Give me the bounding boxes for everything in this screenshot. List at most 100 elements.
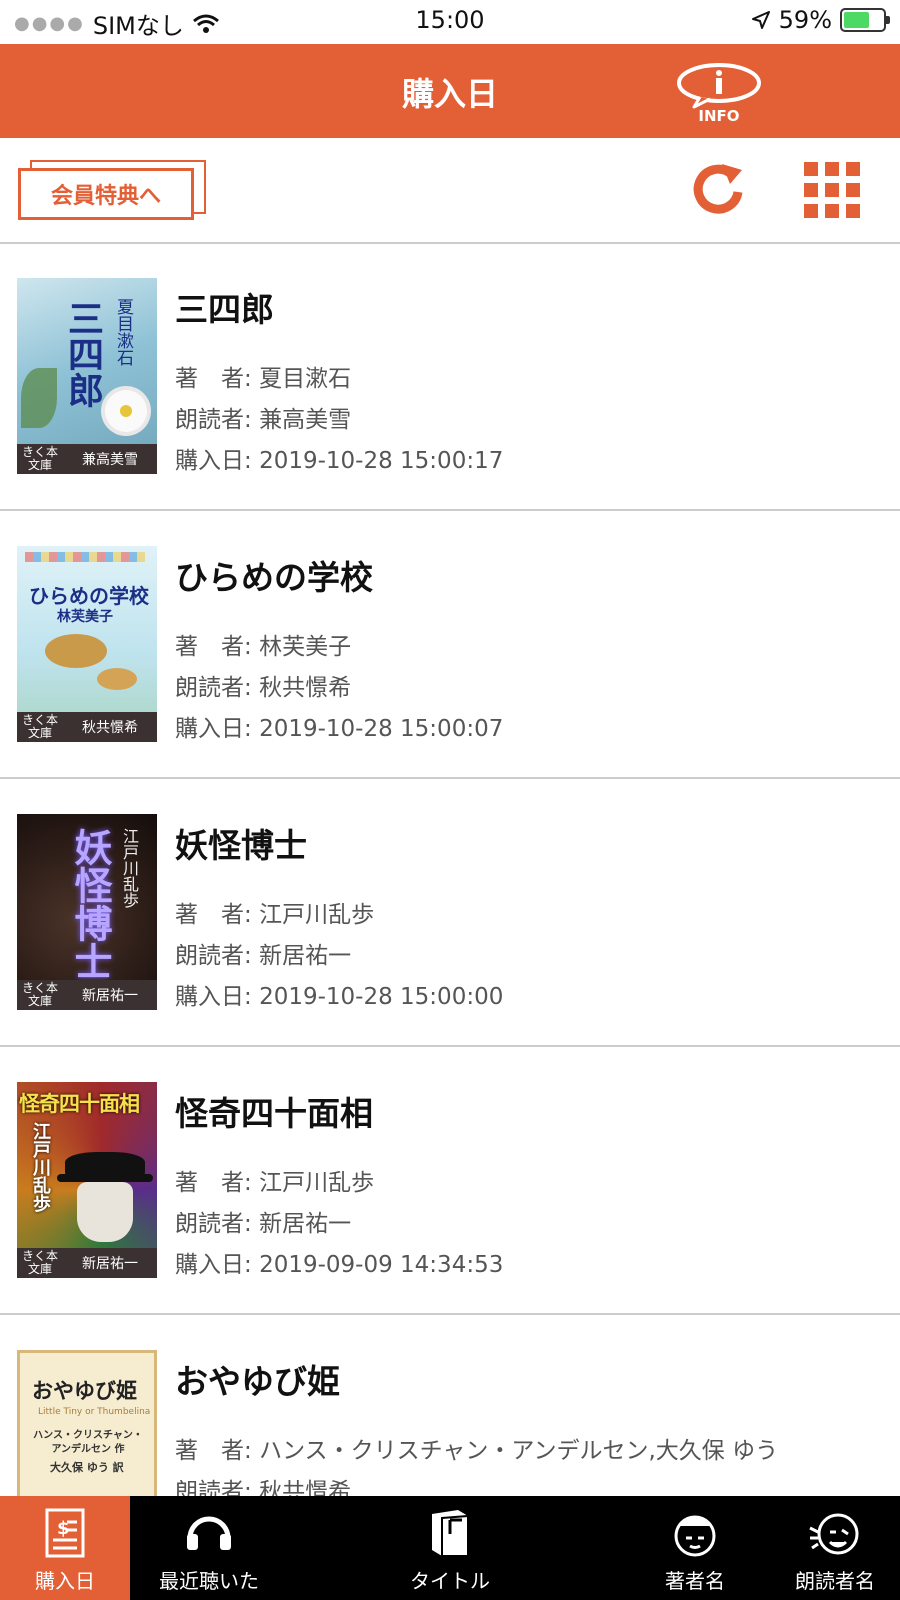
refresh-button[interactable] — [690, 160, 750, 220]
cover-translator: 大久保 ゆう 訳 — [50, 1461, 124, 1474]
book-purchase-date: 購入日: 2019-10-28 15:00:17 — [175, 441, 503, 475]
cover-reader: 新居祐一 — [82, 1256, 138, 1272]
date-label: 購入日: — [175, 984, 252, 1010]
reader-label: 朗読者: — [175, 943, 252, 969]
cover-reader: 新居祐一 — [82, 988, 138, 1004]
cover-title: 怪奇四十面相 — [19, 1092, 140, 1116]
book-list: 三四郎 夏目漱石 きく本文庫 兼高美雪 三四郎 著 者: 夏目漱石 朗読者: 兼高… — [0, 243, 900, 1583]
tab-label: 朗読者名 — [795, 1569, 875, 1593]
date-label: 購入日: — [175, 448, 252, 474]
cover-footer: きく本文庫 兼高美雪 — [17, 444, 157, 474]
author-value: 江戸川乱歩 — [259, 1170, 375, 1196]
cover-library: きく本文庫 — [17, 982, 63, 1008]
grid-view-button[interactable] — [802, 160, 862, 220]
date-label: 購入日: — [175, 716, 252, 742]
cover-library: きく本文庫 — [17, 714, 63, 740]
author-label: 著 者: — [175, 634, 252, 660]
book-title: 三四郎 — [175, 290, 274, 329]
battery-percent: 59% — [778, 6, 832, 34]
cover-subtitle: Little Tiny or Thumbelina — [38, 1407, 151, 1417]
book-row[interactable]: 怪奇四十面相 江戸川乱歩 きく本文庫 新居祐一 怪奇四十面相 著 者: 江戸川乱歩… — [0, 1047, 900, 1315]
book-author: 著 者: ハンス・クリスチャン・アンデルセン,大久保 ゆう — [175, 1431, 778, 1465]
book-purchase-date: 購入日: 2019-10-28 15:00:00 — [175, 977, 503, 1011]
book-purchase-date: 購入日: 2019-09-09 14:34:53 — [175, 1245, 503, 1279]
receipt-icon: $ — [45, 1508, 85, 1558]
tab-label: 最近聴いた — [159, 1569, 259, 1593]
book-purchase-date: 購入日: 2019-10-28 15:00:07 — [175, 709, 503, 743]
book-title: 妖怪博士 — [175, 826, 307, 865]
reader-value: 秋共憬希 — [259, 675, 352, 701]
cover-title: 三四郎 — [62, 300, 104, 408]
author-label: 著 者: — [175, 366, 252, 392]
author-face-icon — [674, 1515, 716, 1557]
book-cover: 怪奇四十面相 江戸川乱歩 きく本文庫 新居祐一 — [17, 1082, 157, 1278]
author-value: ハンス・クリスチャン・アンデルセン,大久保 ゆう — [259, 1438, 779, 1464]
tab-recently-played[interactable]: 最近聴いた — [146, 1496, 272, 1600]
author-value: 夏目漱石 — [259, 366, 352, 392]
date-value: 2019-10-28 15:00:00 — [259, 984, 504, 1010]
book-cover: 三四郎 夏目漱石 きく本文庫 兼高美雪 — [17, 278, 157, 474]
toolbar: 会員特典へ — [0, 138, 900, 244]
status-bar: ●●●● SIMなし 15:00 59% — [0, 0, 900, 44]
battery-icon — [840, 8, 890, 32]
cover-author: 夏目漱石 — [113, 298, 133, 366]
member-benefits-button[interactable]: 会員特典へ — [18, 160, 206, 222]
cover-author: 江戸川乱歩 — [30, 1122, 51, 1212]
tab-label: 購入日 — [35, 1569, 95, 1593]
book-author: 著 者: 江戸川乱歩 — [175, 1163, 374, 1197]
book-row[interactable]: 三四郎 夏目漱石 きく本文庫 兼高美雪 三四郎 著 者: 夏目漱石 朗読者: 兼高… — [0, 243, 900, 511]
reader-label: 朗読者: — [175, 1211, 252, 1237]
author-label: 著 者: — [175, 1438, 252, 1464]
book-author: 著 者: 江戸川乱歩 — [175, 895, 374, 929]
book-icon — [432, 1510, 469, 1557]
cover-footer: きく本文庫 新居祐一 — [17, 980, 157, 1010]
book-reader: 朗読者: 新居祐一 — [175, 936, 351, 970]
tab-label: 著者名 — [665, 1569, 725, 1593]
cover-library: きく本文庫 — [17, 446, 63, 472]
book-cover: ひらめの学校 林芙美子 きく本文庫 秋共憬希 — [17, 546, 157, 742]
book-title: ひらめの学校 — [175, 558, 373, 597]
author-value: 江戸川乱歩 — [259, 902, 375, 928]
tab-title[interactable]: タイトル — [390, 1496, 510, 1600]
cover-reader: 秋共憬希 — [82, 720, 138, 736]
book-reader: 朗読者: 秋共憬希 — [175, 668, 351, 702]
book-author: 著 者: 林芙美子 — [175, 627, 351, 661]
reader-value: 新居祐一 — [259, 943, 352, 969]
reader-value: 新居祐一 — [259, 1211, 352, 1237]
cover-author: 江戸川乱歩 — [120, 828, 139, 908]
tab-author[interactable]: 著者名 — [640, 1496, 750, 1600]
date-value: 2019-10-28 15:00:17 — [259, 448, 504, 474]
reader-value: 兼高美雪 — [259, 407, 352, 433]
tab-bar: $ 購入日 最近聴いた タイトル 著者名 朗読者名 — [0, 1496, 900, 1600]
nav-bar: 購入日 INFO — [0, 44, 900, 138]
book-row[interactable]: 妖怪博士 江戸川乱歩 きく本文庫 新居祐一 妖怪博士 著 者: 江戸川乱歩 朗読者… — [0, 779, 900, 1047]
refresh-icon — [693, 164, 743, 214]
cover-footer: きく本文庫 新居祐一 — [17, 1248, 157, 1278]
book-reader: 朗読者: 新居祐一 — [175, 1204, 351, 1238]
headphones-icon — [187, 1516, 231, 1550]
cover-title: おやゆび姫 — [32, 1379, 137, 1403]
book-title: 怪奇四十面相 — [175, 1094, 373, 1133]
tab-label: タイトル — [410, 1569, 490, 1593]
date-value: 2019-10-28 15:00:07 — [259, 716, 504, 742]
location-arrow-icon — [751, 11, 770, 29]
author-label: 著 者: — [175, 1170, 252, 1196]
tab-reader[interactable]: 朗読者名 — [770, 1496, 900, 1600]
status-right: 59% — [751, 6, 890, 34]
info-label: INFO — [698, 107, 739, 123]
cover-reader: 兼高美雪 — [82, 452, 138, 468]
cover-library: きく本文庫 — [17, 1250, 63, 1276]
info-icon: INFO — [677, 63, 761, 125]
cover-author: ハンス・クリスチャン・アンデルセン 作 — [33, 1430, 143, 1455]
date-value: 2019-09-09 14:34:53 — [259, 1252, 504, 1278]
book-reader: 朗読者: 兼高美雪 — [175, 400, 351, 434]
info-button[interactable]: INFO — [672, 61, 766, 125]
tab-purchase-date[interactable]: $ 購入日 — [0, 1496, 130, 1600]
cover-title: 妖怪博士 — [68, 828, 113, 980]
reader-label: 朗読者: — [175, 407, 252, 433]
reader-face-icon — [809, 1513, 859, 1555]
book-cover: 妖怪博士 江戸川乱歩 きく本文庫 新居祐一 — [17, 814, 157, 1010]
book-row[interactable]: ひらめの学校 林芙美子 きく本文庫 秋共憬希 ひらめの学校 著 者: 林芙美子 朗… — [0, 511, 900, 779]
book-author: 著 者: 夏目漱石 — [175, 359, 351, 393]
author-label: 著 者: — [175, 902, 252, 928]
